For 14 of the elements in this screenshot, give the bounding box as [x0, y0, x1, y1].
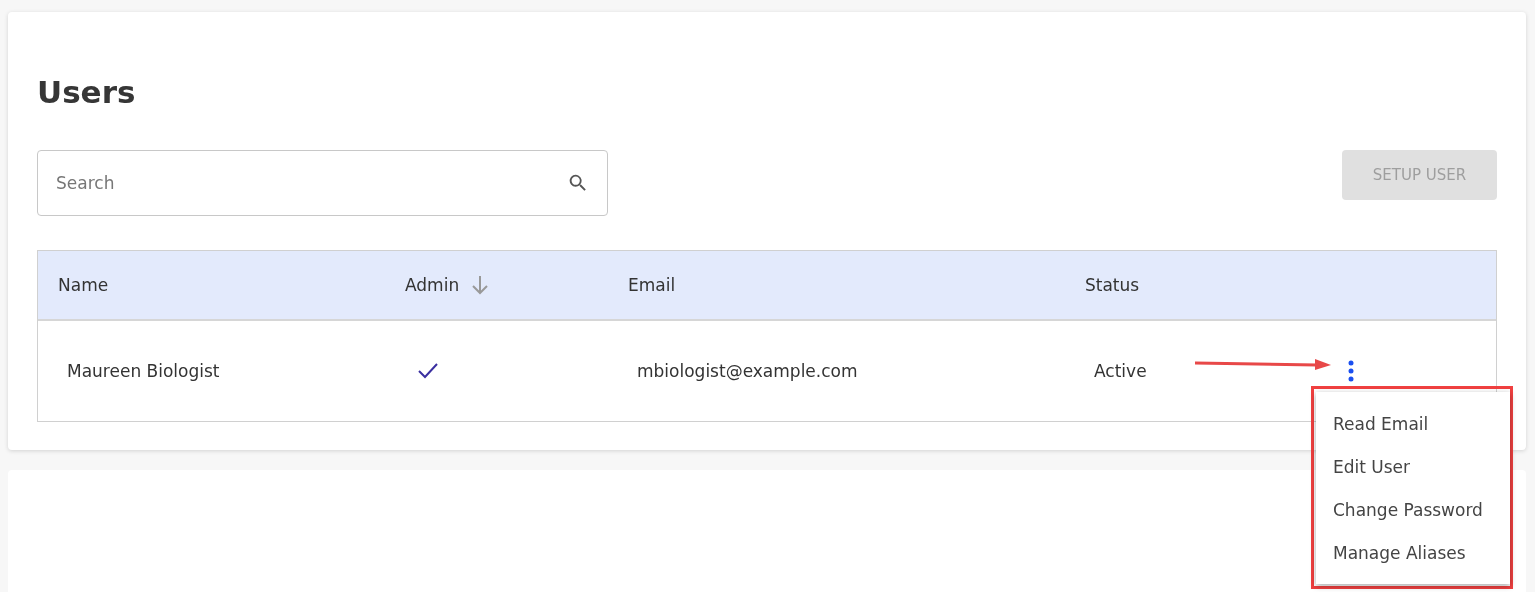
- column-header[interactable]: Status: [1085, 275, 1140, 295]
- column-header[interactable]: Admin: [405, 275, 490, 295]
- menu-item[interactable]: Manage Aliases: [1316, 531, 1510, 574]
- menu-item[interactable]: Read Email: [1316, 402, 1510, 445]
- user-status: Active: [1094, 361, 1147, 381]
- menu-item[interactable]: Edit User: [1316, 445, 1510, 488]
- column-header[interactable]: Email: [628, 275, 676, 295]
- search-icon: [567, 172, 589, 194]
- user-email: mbiologist@example.com: [637, 361, 858, 381]
- search-field[interactable]: Search: [37, 150, 608, 216]
- menu-item[interactable]: Change Password: [1316, 488, 1510, 531]
- page-title: Users: [37, 73, 137, 112]
- column-header[interactable]: Name: [58, 275, 109, 295]
- user-name: Maureen Biologist: [67, 361, 220, 381]
